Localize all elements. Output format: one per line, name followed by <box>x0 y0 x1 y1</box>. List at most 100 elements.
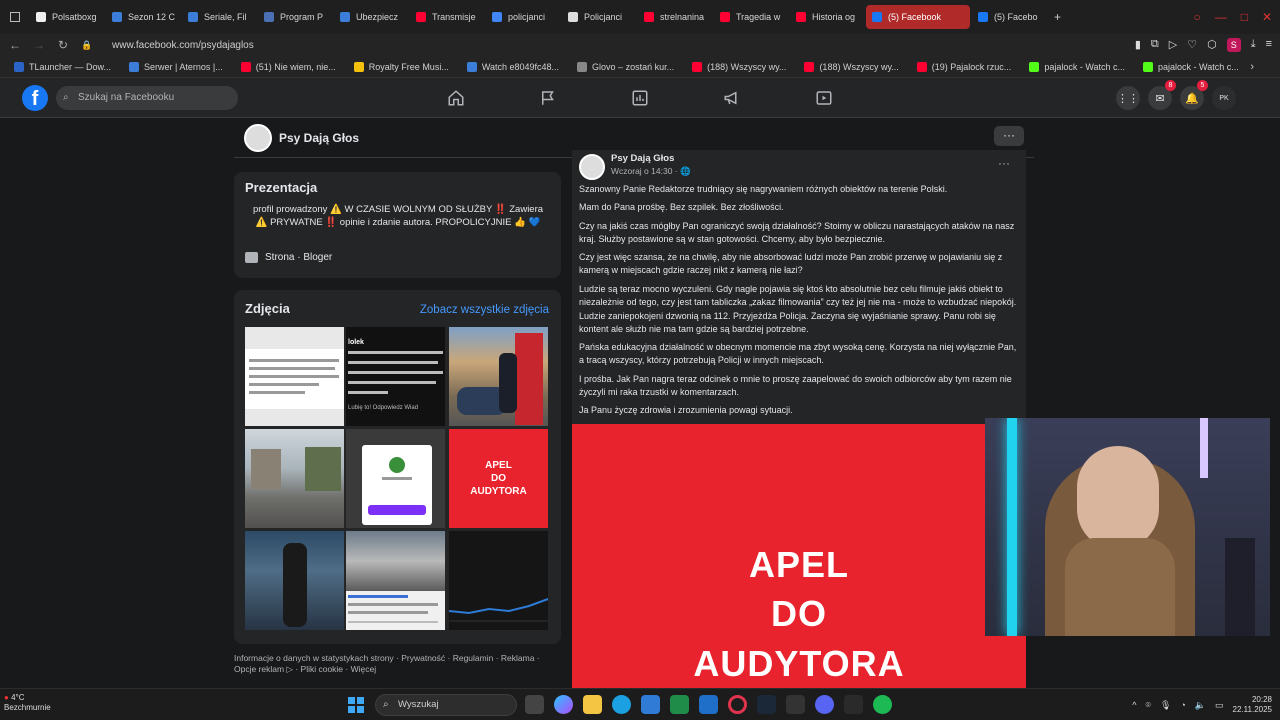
store-icon[interactable] <box>641 695 660 714</box>
back-icon[interactable]: ← <box>6 38 24 52</box>
opera-icon[interactable] <box>728 695 747 714</box>
photo-tile-1[interactable] <box>245 327 344 426</box>
profile-avatar[interactable]: S <box>1226 38 1241 52</box>
photo-tile-2[interactable]: lolek Lubię to! Odpowiedz Wiad <box>346 327 445 426</box>
bookmarks-overflow-icon[interactable]: › <box>1250 61 1254 73</box>
network-icon[interactable]: ⌾ <box>1146 700 1151 711</box>
browser-tab[interactable]: strelnanina <box>638 5 712 29</box>
post-author-avatar[interactable] <box>579 154 605 180</box>
photo-tile-6[interactable]: APEL DO AUDYTORA <box>449 429 548 528</box>
play-icon[interactable]: ▷ <box>1169 38 1177 52</box>
messenger-button[interactable]: ✉ 8 <box>1148 80 1176 110</box>
task-view-icon[interactable] <box>525 695 544 714</box>
minimize-button[interactable]: — <box>1215 10 1227 24</box>
steam-icon[interactable] <box>757 695 776 714</box>
battery-icon[interactable]: ▭ <box>1215 700 1224 711</box>
windows-start-icon[interactable] <box>348 697 364 713</box>
reload-icon[interactable]: ↻ <box>54 38 72 52</box>
taskbar-search[interactable]: ⌕ Wyszukaj <box>375 694 517 716</box>
bookmark-item[interactable]: pajalock - Watch c... <box>1029 61 1125 72</box>
nav-video[interactable] <box>778 78 870 118</box>
browser-tab[interactable]: (5) Facebook <box>866 5 970 29</box>
browser-tab[interactable]: (5) Facebo <box>972 5 1046 29</box>
browser-tab[interactable]: Tragedia w <box>714 5 788 29</box>
page-name[interactable]: Psy Dają Głos <box>279 131 359 145</box>
file-explorer-icon[interactable] <box>583 695 602 714</box>
browser-tab[interactable]: Seriale, Fil <box>182 5 256 29</box>
discord-icon[interactable] <box>815 695 834 714</box>
post-image[interactable]: APEL DO AUDYTORA <box>572 424 1026 690</box>
menu-icon[interactable]: ≡ <box>1266 38 1272 52</box>
bookmark-item[interactable]: (188) Wszyscy wy... <box>692 61 786 72</box>
browser-tab[interactable]: Historia og <box>790 5 864 29</box>
nav-insights[interactable] <box>594 78 686 118</box>
epic-icon[interactable] <box>844 695 863 714</box>
nav-ads[interactable] <box>686 78 778 118</box>
bookmark-item[interactable]: TLauncher — Dow... <box>14 61 111 72</box>
browser-tab[interactable]: Policjanci <box>562 5 636 29</box>
bookmark-item[interactable]: (188) Wszyscy wy... <box>804 61 899 72</box>
facebook-logo[interactable]: f <box>22 85 48 111</box>
menu-grid-button[interactable]: ⋮⋮ <box>1116 86 1140 110</box>
bookmark-item[interactable]: Glovo – zostań kur... <box>577 61 674 72</box>
new-tab-button[interactable]: + <box>1054 10 1061 24</box>
screenshot-icon[interactable]: ⧉ <box>1151 38 1159 52</box>
footer-line-1[interactable]: Informacje o danych w statystykach stron… <box>234 653 554 664</box>
footer-line-2[interactable]: Opcje reklam ▷ · Pliki cookie · Więcej <box>234 664 554 675</box>
page-scrollbar[interactable] <box>1270 118 1280 688</box>
browser-tab[interactable]: Transmisje <box>410 5 484 29</box>
search-tabs-icon[interactable]: ○ <box>1193 10 1200 24</box>
account-avatar[interactable]: PK <box>1212 86 1236 110</box>
site-info-icon[interactable]: 🔒 <box>78 40 96 51</box>
vscode-icon[interactable] <box>699 695 718 714</box>
browser-tab-strip: Polsatboxg Sezon 12 C Seriale, Fil Program … <box>0 0 1280 34</box>
browser-tab[interactable]: Polsatboxg <box>30 5 104 29</box>
post-more-icon[interactable]: ··· <box>998 156 1010 170</box>
copilot-icon[interactable] <box>554 695 573 714</box>
notifications-button[interactable]: 🔔 5 <box>1180 80 1208 110</box>
photo-tile-4[interactable] <box>245 429 344 528</box>
extensions-icon[interactable]: ⬡ <box>1207 38 1217 52</box>
photo-tile-5[interactable] <box>346 429 445 528</box>
browser-tab[interactable]: policjanci <box>486 5 560 29</box>
spotify-icon[interactable] <box>873 695 892 714</box>
see-all-photos-link[interactable]: Zobacz wszystkie zdjęcia <box>420 304 549 316</box>
photo-tile-3[interactable] <box>449 327 548 426</box>
browser-tab[interactable]: Program P <box>258 5 332 29</box>
photo-tile-9[interactable] <box>449 531 548 630</box>
photo-tile-7[interactable] <box>245 531 344 630</box>
maximize-button[interactable]: □ <box>1241 10 1248 24</box>
nav-pages[interactable] <box>502 78 594 118</box>
nav-home[interactable] <box>410 78 502 118</box>
post-author[interactable]: Psy Dają Głos <box>611 153 674 164</box>
bookmark-item[interactable]: Royalty Free Musi... <box>353 61 449 72</box>
browser-tab[interactable]: Sezon 12 C <box>106 5 180 29</box>
page-more-button[interactable]: ··· <box>994 126 1024 146</box>
forward-icon[interactable]: → <box>30 38 48 52</box>
taskbar-clock[interactable]: 20:28 22.11.2025 <box>1233 695 1272 715</box>
bookmark-item[interactable]: Serwer | Aternos |... <box>129 61 223 72</box>
download-icon[interactable]: ⤓ <box>1251 38 1256 52</box>
volume-icon[interactable]: 🔈 <box>1195 700 1206 711</box>
close-window-button[interactable]: ✕ <box>1262 10 1272 24</box>
facebook-search-input[interactable]: ⌕ Szukaj na Facebooku <box>56 86 238 110</box>
bookmark-item[interactable]: (19) Pajalock rzuc... <box>916 61 1011 72</box>
bookmark-item[interactable]: (51) Nie wiem, nie... <box>240 61 336 72</box>
photo-tile-8[interactable] <box>346 531 445 630</box>
bookmark-item[interactable]: pajalock - Watch c... <box>1143 61 1239 72</box>
excel-icon[interactable] <box>670 695 689 714</box>
page-avatar[interactable] <box>244 124 272 152</box>
bookmark-item[interactable]: Watch e8049fc48... <box>466 61 559 72</box>
bookmark-icon[interactable]: ▮ <box>1135 38 1141 52</box>
obs-icon[interactable] <box>786 695 805 714</box>
post-time[interactable]: Wczoraj o 14:30 · 🌐 <box>611 166 691 177</box>
wifi-icon[interactable]: ◔ <box>1180 700 1185 710</box>
tab-actions-icon[interactable] <box>10 12 20 22</box>
weather-widget[interactable]: ● 4°C Bezchmurnie <box>4 693 51 713</box>
mic-icon[interactable]: 🎙 <box>1160 700 1171 711</box>
tray-overflow-icon[interactable]: ^ <box>1132 700 1136 710</box>
heart-icon[interactable]: ♡ <box>1187 38 1197 52</box>
browser-tab[interactable]: Ubezpiecz <box>334 5 408 29</box>
url-field[interactable]: www.facebook.com/psydajaglos <box>112 40 254 51</box>
edge-icon[interactable] <box>612 695 631 714</box>
